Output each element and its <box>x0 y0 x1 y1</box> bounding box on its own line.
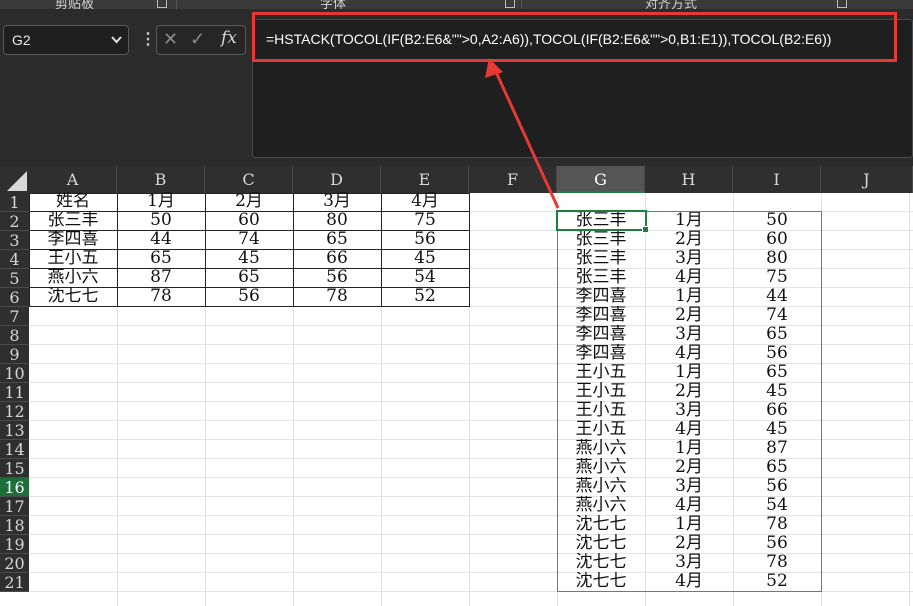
enter-icon[interactable]: ✓ <box>190 29 205 50</box>
table-cell[interactable]: 45 <box>381 249 469 268</box>
row-header-8[interactable]: 8 <box>0 326 29 345</box>
column-header-c[interactable]: C <box>205 166 293 193</box>
row-header-9[interactable]: 9 <box>0 345 29 364</box>
table-cell[interactable]: 66 <box>293 249 381 268</box>
table-cell[interactable]: 65 <box>205 268 293 287</box>
row-header-10[interactable]: 10 <box>0 364 29 383</box>
row-header-5[interactable]: 5 <box>0 269 29 288</box>
row-header-2[interactable]: 2 <box>0 212 29 231</box>
table-border <box>29 306 470 307</box>
table-cell[interactable]: 78 <box>293 287 381 306</box>
row-header-1[interactable]: 1 <box>0 193 29 212</box>
row-header-4[interactable]: 4 <box>0 250 29 269</box>
name-box-value: G2 <box>12 32 31 48</box>
select-all-corner[interactable] <box>0 166 29 193</box>
table-cell[interactable]: 65 <box>293 230 381 249</box>
table-cell[interactable]: 56 <box>293 268 381 287</box>
row-header-13[interactable]: 13 <box>0 421 29 440</box>
table-cell[interactable]: 张三丰 <box>29 211 117 230</box>
table-cell[interactable]: 56 <box>205 287 293 306</box>
table-cell[interactable]: 87 <box>117 268 205 287</box>
table-cell[interactable]: 52 <box>381 287 469 306</box>
table-cell[interactable]: 王小五 <box>29 249 117 268</box>
dialog-launcher-icon[interactable] <box>505 0 515 8</box>
ribbon-strip: 剪贴板 字体 对齐方式 <box>0 0 913 12</box>
spill-range <box>557 211 822 592</box>
more-options-icon[interactable]: ⋮ <box>140 30 156 50</box>
table-cell[interactable]: 沈七七 <box>29 287 117 306</box>
table-cell[interactable]: 74 <box>205 230 293 249</box>
table-cell[interactable]: 65 <box>117 249 205 268</box>
row-header-3[interactable]: 3 <box>0 231 29 250</box>
table-cell[interactable]: 78 <box>117 287 205 306</box>
row-header-20[interactable]: 20 <box>0 554 29 573</box>
table-cell[interactable]: 56 <box>381 230 469 249</box>
column-header-e[interactable]: E <box>381 166 469 193</box>
table-cell[interactable]: 54 <box>381 268 469 287</box>
ribbon-divider <box>521 0 522 9</box>
dialog-launcher-icon[interactable] <box>157 0 167 8</box>
row-header-7[interactable]: 7 <box>0 307 29 326</box>
name-box[interactable]: G2 <box>3 25 129 55</box>
column-header-h[interactable]: H <box>645 166 733 193</box>
row-header-16[interactable]: 16 <box>0 478 29 497</box>
ribbon-divider <box>176 0 177 9</box>
table-cell[interactable]: 45 <box>205 249 293 268</box>
row-header-14[interactable]: 14 <box>0 440 29 459</box>
column-header-b[interactable]: B <box>117 166 205 193</box>
column-header-i[interactable]: I <box>733 166 821 193</box>
header-cell[interactable]: 1月 <box>117 192 205 211</box>
header-cell[interactable]: 3月 <box>293 192 381 211</box>
table-cell[interactable]: 60 <box>205 211 293 230</box>
table-cell[interactable]: 75 <box>381 211 469 230</box>
column-header-a[interactable]: A <box>29 166 117 193</box>
table-cell[interactable]: 李四喜 <box>29 230 117 249</box>
row-header-12[interactable]: 12 <box>0 402 29 421</box>
table-cell[interactable]: 80 <box>293 211 381 230</box>
row-header-17[interactable]: 17 <box>0 497 29 516</box>
formula-controls: ✕ ✓ fx <box>156 25 246 55</box>
column-header-j[interactable]: J <box>821 166 913 193</box>
table-cell[interactable]: 44 <box>117 230 205 249</box>
chevron-down-icon[interactable] <box>111 26 122 65</box>
gridline <box>909 193 910 606</box>
header-cell[interactable]: 姓名 <box>29 192 117 211</box>
active-cell[interactable] <box>556 210 649 233</box>
insert-function-icon[interactable]: fx <box>221 28 237 48</box>
column-header-g[interactable]: G <box>557 166 645 193</box>
table-cell[interactable]: 燕小六 <box>29 268 117 287</box>
header-cell[interactable]: 4月 <box>381 192 469 211</box>
fill-handle[interactable] <box>642 226 649 233</box>
column-header-f[interactable]: F <box>469 166 557 193</box>
table-cell[interactable]: 50 <box>117 211 205 230</box>
column-header-d[interactable]: D <box>293 166 381 193</box>
row-header-19[interactable]: 19 <box>0 535 29 554</box>
cancel-icon[interactable]: ✕ <box>163 29 178 50</box>
select-all-icon <box>7 171 27 191</box>
row-header-18[interactable]: 18 <box>0 516 29 535</box>
row-header-21[interactable]: 21 <box>0 573 29 592</box>
header-cell[interactable]: 2月 <box>205 192 293 211</box>
row-header-11[interactable]: 11 <box>0 383 29 402</box>
row-header-6[interactable]: 6 <box>0 288 29 307</box>
dialog-launcher-icon[interactable] <box>837 0 847 8</box>
row-header-15[interactable]: 15 <box>0 459 29 478</box>
highlight-box <box>252 12 897 62</box>
